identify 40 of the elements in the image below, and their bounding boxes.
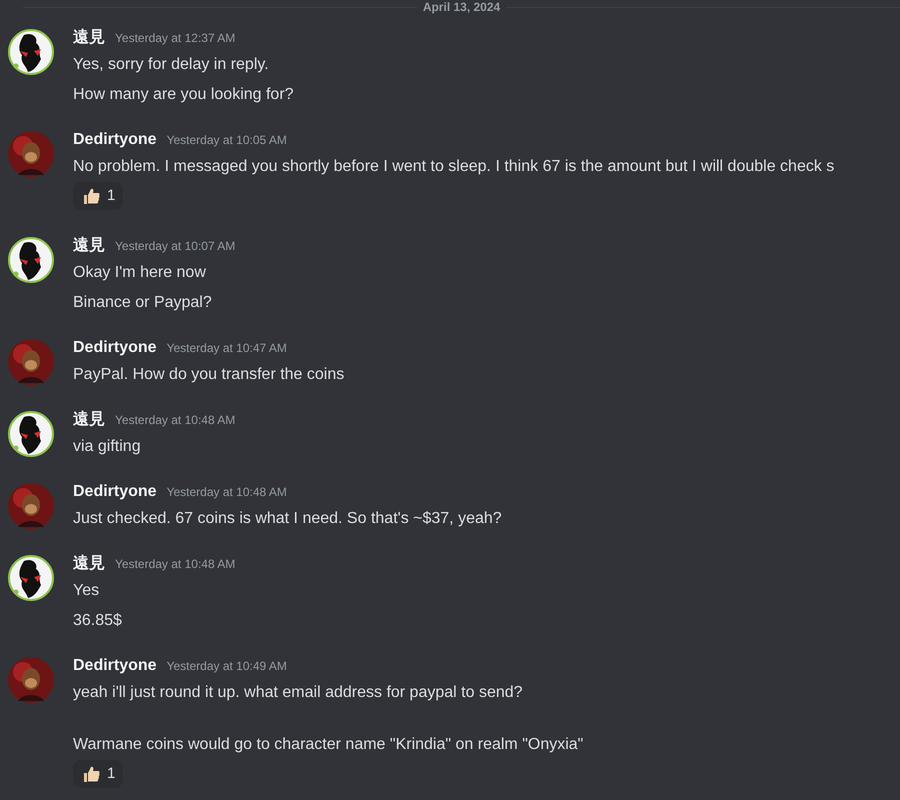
message-text: PayPal. How do you transfer the coins (73, 365, 346, 385)
author-name[interactable]: Dedirtyone (73, 128, 157, 152)
timestamp: Yesterday at 10:49 AM (166, 658, 287, 675)
author-name[interactable]: Dedirtyone (73, 480, 157, 504)
timestamp: Yesterday at 10:47 AM (166, 340, 287, 357)
timestamp: Yesterday at 10:48 AM (115, 412, 236, 429)
thumbs-up-icon (81, 186, 101, 206)
avatar[interactable] (8, 411, 54, 457)
avatar[interactable] (8, 237, 54, 283)
thumbs-up-icon (81, 764, 101, 784)
avatar[interactable] (8, 483, 54, 529)
avatar[interactable] (8, 555, 54, 601)
message-text: 36.85$ (73, 611, 123, 631)
author-name[interactable]: Dedirtyone (73, 654, 157, 678)
avatar[interactable] (8, 131, 54, 177)
message-text: Binance or Paypal? (73, 293, 213, 313)
author-name[interactable]: 遠見 (73, 408, 105, 432)
message-text: via gifting (73, 437, 142, 457)
reaction-button[interactable]: 1 (73, 760, 124, 788)
message-text: No problem. I messaged you shortly before I went to sleep. I think 67 is the amount but I will double check s (73, 157, 836, 177)
author-name[interactable]: Dedirtyone (73, 336, 157, 360)
message-text: Yes (73, 581, 100, 601)
message-text: yeah i'll just round it up. what email address for paypal to send? Warmane coins would go to character name "Krindia" on realm "Onyxia" (73, 683, 584, 755)
timestamp: Yesterday at 10:05 AM (166, 132, 287, 149)
message-text: Okay I'm here now (73, 263, 207, 283)
avatar[interactable] (8, 29, 54, 75)
timestamp: Yesterday at 10:48 AM (166, 484, 287, 501)
timestamp: Yesterday at 10:48 AM (115, 556, 236, 573)
author-name[interactable]: 遠見 (73, 234, 105, 258)
author-name[interactable]: 遠見 (73, 26, 105, 50)
avatar[interactable] (8, 339, 54, 385)
timestamp: Yesterday at 12:37 AM (115, 30, 236, 47)
date-divider: April 13, 2024 (422, 1, 502, 13)
author-name[interactable]: 遠見 (73, 552, 105, 576)
reaction-button[interactable]: 1 (73, 182, 124, 210)
avatar[interactable] (8, 657, 54, 703)
message-text: Just checked. 67 coins is what I need. So that's ~$37, yeah? (73, 509, 503, 529)
message-text: How many are you looking for? (73, 85, 295, 105)
timestamp: Yesterday at 10:07 AM (115, 238, 236, 255)
message-text: Yes, sorry for delay in reply. (73, 55, 270, 75)
